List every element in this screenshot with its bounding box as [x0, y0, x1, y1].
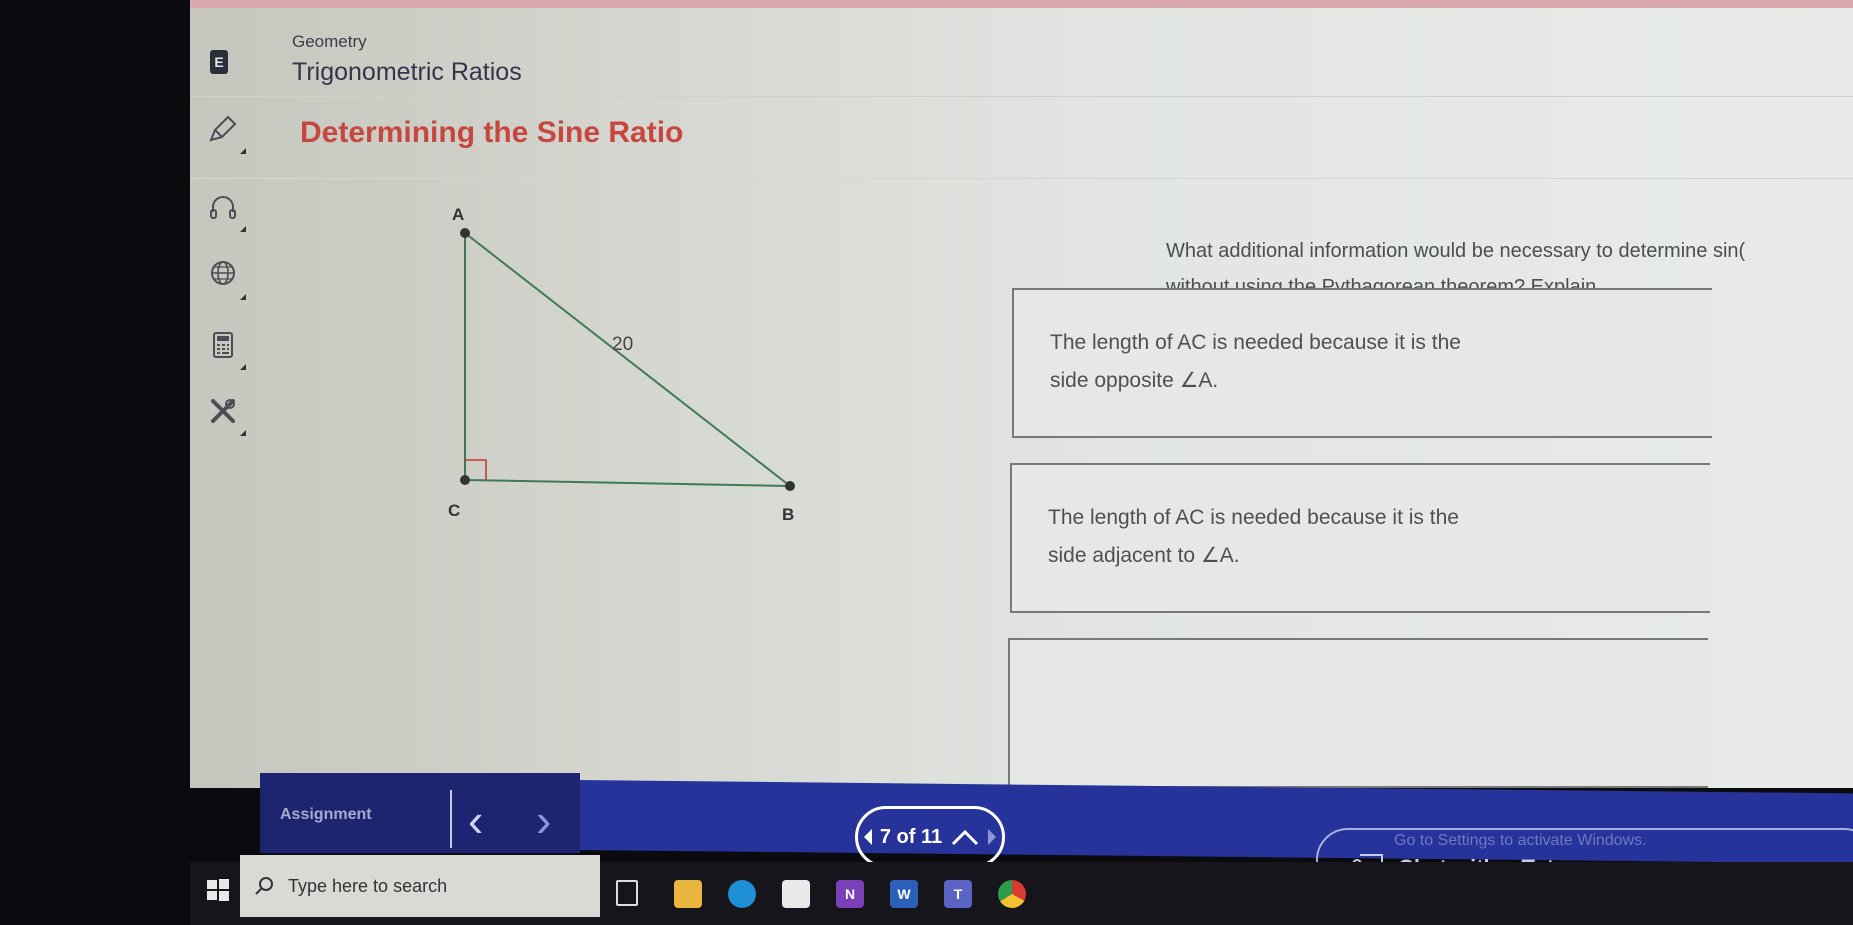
answer-choice-1[interactable]: The length of AC is needed because it is… — [1012, 288, 1712, 438]
side-cb — [464, 479, 791, 487]
chrome-icon[interactable] — [998, 880, 1026, 908]
question-line-1: What additional information would be nec… — [1166, 240, 1746, 262]
label-c: C — [448, 501, 460, 520]
point-a — [460, 228, 470, 238]
choice-2-line-2: side adjacent to ∠A. — [1048, 544, 1240, 567]
choice-1-line-1: The length of AC is needed because it is… — [1050, 331, 1461, 354]
assignment-label[interactable]: Assignment — [280, 806, 372, 824]
choice-1-line-2: side opposite ∠A. — [1050, 369, 1219, 392]
subject-label: Geometry — [292, 32, 367, 51]
unit-title: Trigonometric Ratios — [292, 58, 522, 86]
side-ab — [464, 232, 791, 487]
dropdown-caret-icon — [240, 364, 246, 370]
search-icon — [255, 877, 273, 895]
dropdown-caret-icon — [240, 148, 246, 154]
answer-choice-3[interactable] — [1008, 638, 1708, 788]
point-b — [785, 481, 795, 491]
label-a: A — [452, 205, 464, 224]
calculator-icon — [213, 332, 233, 358]
page-indicator-button[interactable]: 7 of 11 — [855, 806, 1005, 868]
page-indicator-text: 7 of 11 — [879, 825, 943, 848]
divider — [190, 178, 1853, 179]
next-page-icon[interactable] — [988, 829, 997, 845]
headphones-icon — [210, 196, 236, 219]
audio-tool-button[interactable] — [208, 192, 248, 232]
answer-choice-2[interactable]: The length of AC is needed because it is… — [1010, 463, 1710, 613]
taskbar-search-box[interactable]: Type here to search — [240, 855, 600, 917]
app-header: E Geometry Trigonometric Ratios — [190, 8, 1853, 97]
dropdown-caret-icon — [240, 294, 246, 300]
tools-button[interactable] — [208, 396, 248, 436]
lesson-title: Determining the Sine Ratio — [300, 116, 684, 149]
onenote-icon[interactable]: N — [836, 880, 864, 908]
previous-button[interactable]: ‹ — [468, 797, 483, 843]
highlighter-tool-button[interactable] — [208, 114, 248, 154]
lesson-screen: E Geometry Trigonometric Ratios Determin… — [190, 8, 1853, 788]
teams-icon[interactable]: T — [944, 880, 972, 908]
dropdown-caret-icon — [240, 430, 246, 436]
choice-2-line-1: The length of AC is needed because it is… — [1048, 506, 1459, 529]
microsoft-store-icon[interactable] — [782, 880, 810, 908]
task-view-icon[interactable] — [616, 880, 638, 906]
right-triangle-figure: A C B 20 — [448, 205, 795, 524]
globe-icon — [211, 261, 235, 285]
label-b: B — [782, 505, 794, 524]
point-c — [460, 475, 470, 485]
footer-divider — [450, 790, 452, 848]
search-placeholder: Type here to search — [288, 875, 448, 896]
highlighter-icon — [209, 115, 237, 142]
chevron-up-icon — [952, 829, 979, 846]
tools-icon — [211, 399, 235, 423]
next-button[interactable]: › — [536, 797, 551, 843]
calculator-tool-button[interactable] — [208, 330, 248, 370]
dropdown-caret-icon — [240, 226, 246, 232]
word-icon[interactable]: W — [890, 880, 918, 908]
edge-icon[interactable] — [728, 880, 756, 908]
app-logo[interactable]: E — [210, 50, 228, 74]
previous-page-icon[interactable] — [863, 829, 872, 845]
windows-start-icon[interactable] — [206, 878, 230, 902]
hypotenuse-length-label: 20 — [612, 334, 633, 355]
file-explorer-icon[interactable] — [674, 880, 702, 908]
activate-windows-hint: Go to Settings to activate Windows. — [1394, 832, 1647, 849]
language-tool-button[interactable] — [208, 260, 248, 300]
